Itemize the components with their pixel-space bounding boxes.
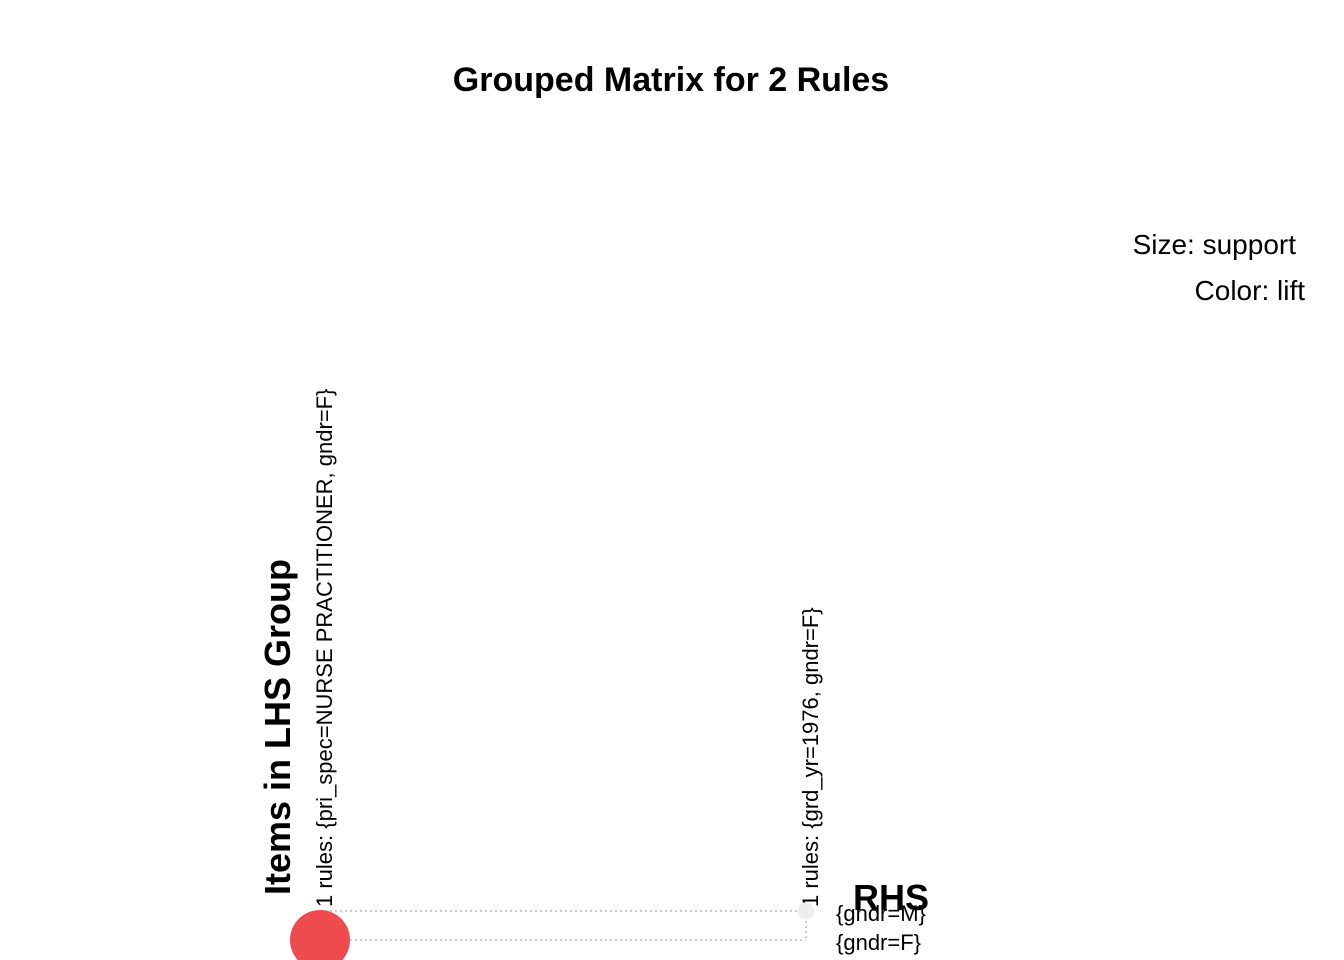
lhs-group-label: 1 rules: {grd_yr=1976, gndr=F}: [798, 607, 823, 907]
rhs-item-label: {gndr=F}: [836, 930, 921, 955]
grid-lines: [319, 910, 807, 941]
rule-point: [290, 910, 350, 960]
legend-color-label: Color: lift: [1195, 275, 1306, 306]
x-axis-title: Items in LHS Group: [257, 559, 298, 895]
rule-point: [797, 902, 815, 920]
axis-labels: 1 rules: {pri_spec=NURSE PRACTITIONER, g…: [312, 389, 926, 955]
chart-title: Grouped Matrix for 2 Rules: [453, 61, 889, 99]
grouped-matrix-chart: Grouped Matrix for 2 Rules Size: support…: [257, 61, 1306, 960]
rhs-item-label: {gndr=M}: [836, 901, 926, 926]
lhs-group-label: 1 rules: {pri_spec=NURSE PRACTITIONER, g…: [312, 389, 337, 907]
legend-size-label: Size: support: [1133, 229, 1297, 260]
